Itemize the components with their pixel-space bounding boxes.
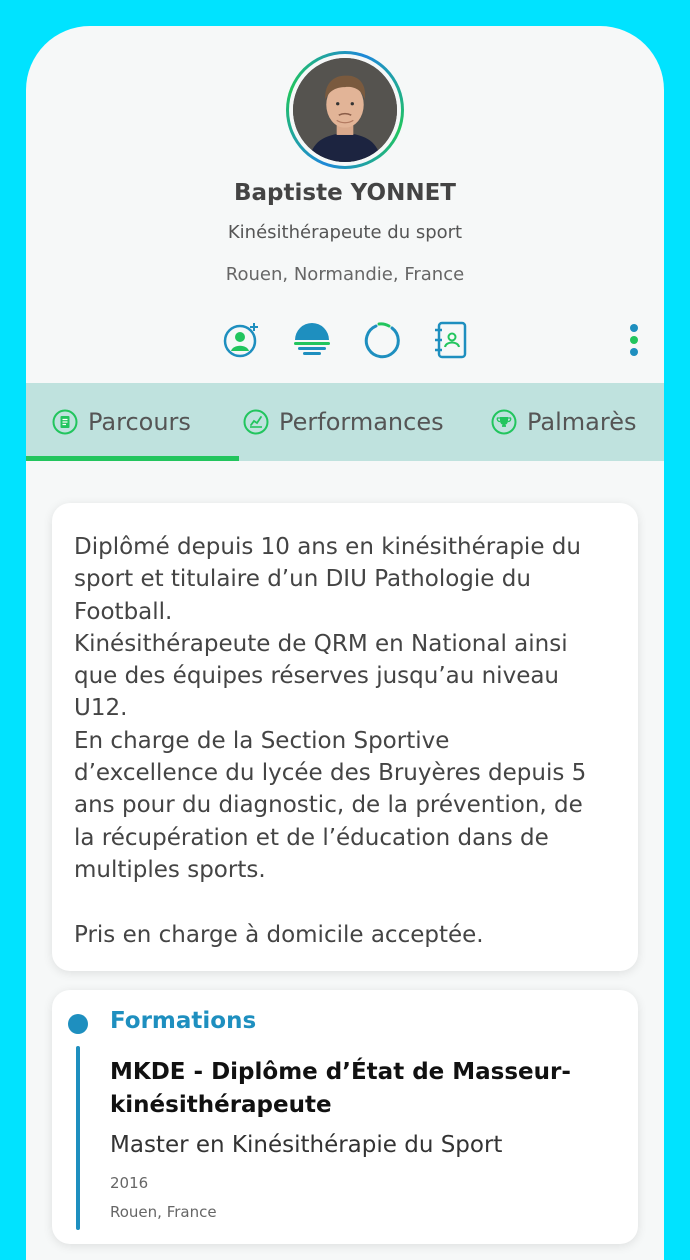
degree-title: MKDE - Diplôme d’État de Masseur-kinésit…: [110, 1059, 571, 1118]
bio-text: Diplômé depuis 10 ans en kinésithérapie …: [74, 534, 587, 948]
contact-book-button[interactable]: [430, 320, 470, 360]
loading-circle-icon: [364, 322, 400, 359]
more-options-button[interactable]: [622, 322, 646, 362]
active-tab-indicator: [26, 456, 239, 461]
tab-label: Palmarès: [527, 408, 637, 436]
profile-location: Rouen, Normandie, France: [225, 264, 465, 285]
profile-name: Baptiste YONNET: [234, 180, 456, 206]
contact-book-icon: [435, 321, 467, 359]
avatar[interactable]: [286, 51, 404, 169]
tab-performances[interactable]: Performances: [243, 383, 444, 461]
tab-label: Parcours: [88, 408, 191, 436]
degree-year: 2016: [110, 1174, 149, 1192]
horizon-button[interactable]: [292, 320, 332, 360]
tab-label: Performances: [279, 408, 444, 436]
avatar-photo: [293, 58, 397, 162]
profile-title: Kinésithérapeute du sport: [227, 222, 463, 243]
trophy-icon: [491, 409, 517, 435]
add-contact-button[interactable]: [222, 320, 262, 360]
horizon-icon: [294, 323, 330, 355]
phone-frame: Baptiste YONNET Kinésithérapeute du spor…: [0, 0, 690, 1260]
degree-place: Rouen, France: [110, 1203, 217, 1221]
profile-screen: Baptiste YONNET Kinésithérapeute du spor…: [26, 26, 664, 1260]
tab-bar: Parcours Performances Palmarès: [26, 383, 664, 461]
tab-parcours[interactable]: Parcours: [52, 383, 191, 461]
action-bar: [26, 320, 664, 360]
degree-specialization: Master en Kinésithérapie du Sport: [110, 1132, 503, 1158]
formations-card: Formations MKDE - Diplôme d’État de Mass…: [52, 990, 638, 1244]
chart-icon: [243, 409, 269, 435]
document-icon: [52, 409, 78, 435]
timeline-dot: [68, 1014, 88, 1034]
add-contact-icon: [223, 323, 258, 358]
formations-heading: Formations: [110, 1008, 257, 1034]
timeline-line: [76, 1046, 80, 1230]
bio-card: Diplômé depuis 10 ans en kinésithérapie …: [52, 503, 638, 971]
tab-palmares[interactable]: Palmarès: [491, 383, 636, 461]
more-vertical-icon: [630, 324, 638, 356]
progress-button[interactable]: [362, 320, 402, 360]
